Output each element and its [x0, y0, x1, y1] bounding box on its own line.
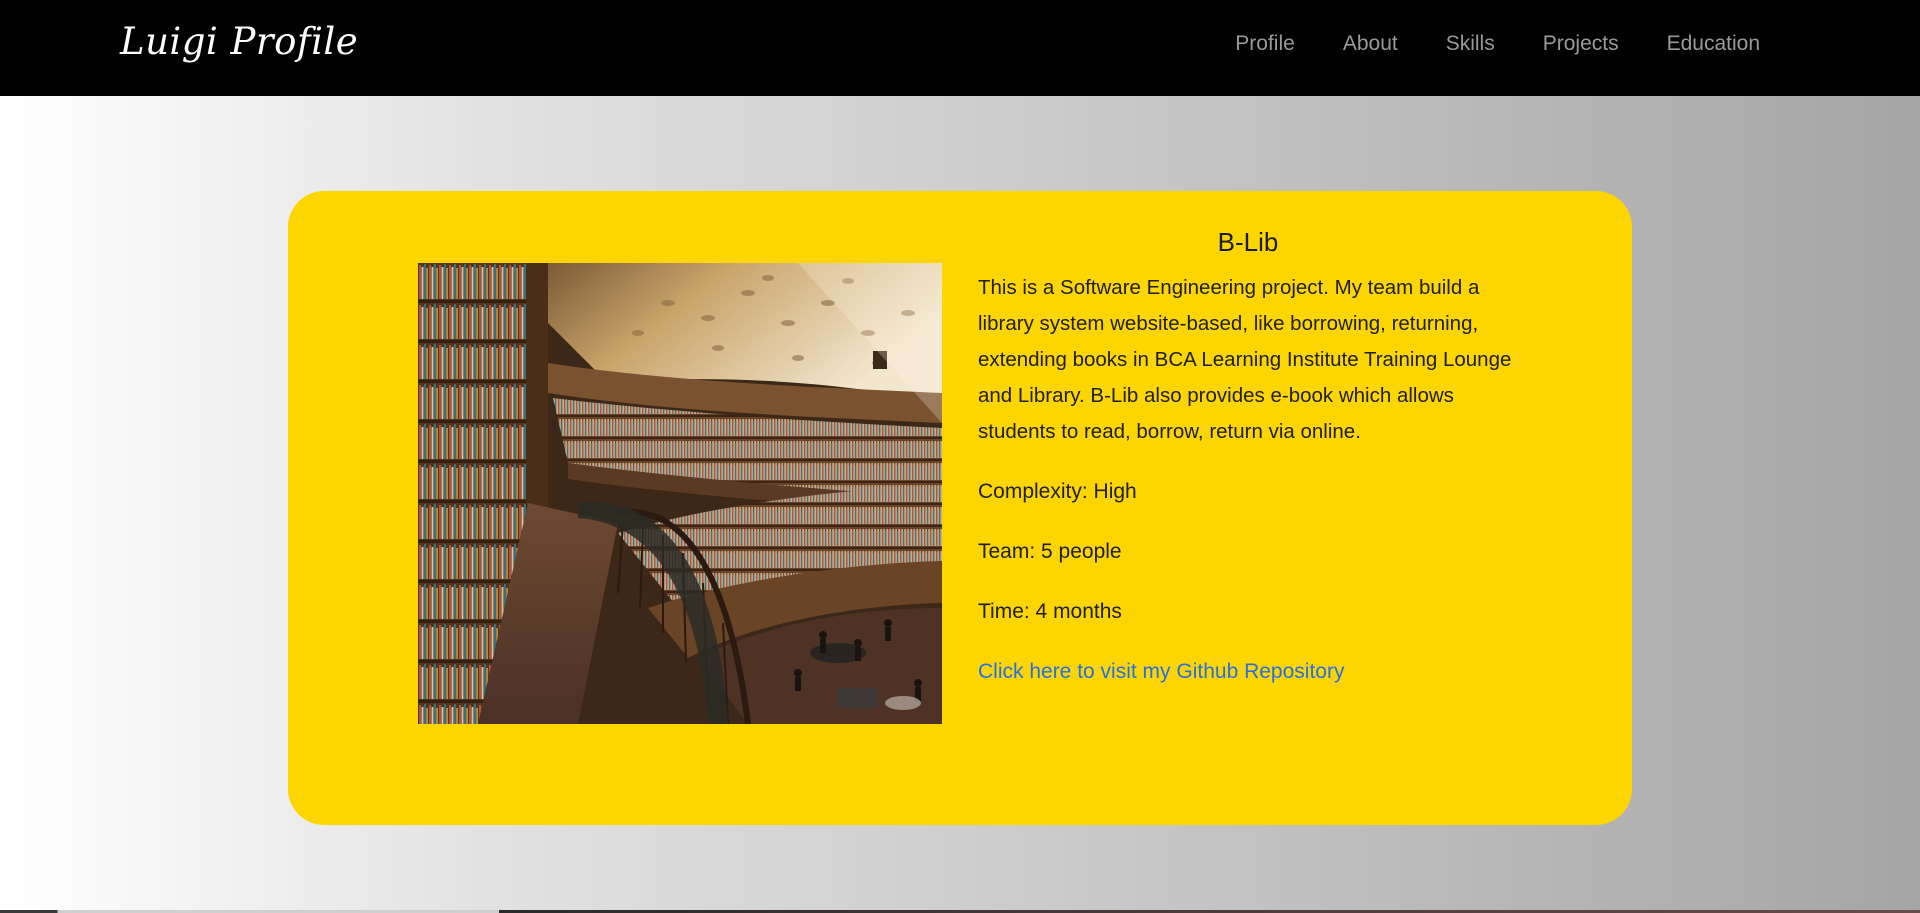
- github-repo-link[interactable]: Click here to visit my Github Repository: [978, 660, 1344, 683]
- nav-link-about[interactable]: About: [1319, 32, 1422, 56]
- brand-logo[interactable]: Luigi Profile: [120, 20, 358, 63]
- nav-links: Profile About Skills Projects Education: [1211, 32, 1760, 56]
- project-info: B-Lib This is a Software Engineering pro…: [978, 227, 1518, 690]
- project-complexity: Complexity: High: [978, 480, 1137, 503]
- nav-link-projects[interactable]: Projects: [1519, 32, 1643, 56]
- project-team: Team: 5 people: [978, 540, 1122, 563]
- project-time: Time: 4 months: [978, 600, 1122, 623]
- nav-link-profile[interactable]: Profile: [1211, 32, 1319, 56]
- navbar: Luigi Profile Profile About Skills Proje…: [0, 0, 1920, 96]
- project-title: B-Lib: [1217, 227, 1279, 257]
- nav-link-skills[interactable]: Skills: [1422, 32, 1519, 56]
- project-card: B-Lib This is a Software Engineering pro…: [288, 191, 1632, 825]
- project-image: [418, 263, 942, 724]
- project-description: This is a Software Engineering project. …: [978, 276, 1512, 443]
- nav-link-education[interactable]: Education: [1643, 32, 1760, 56]
